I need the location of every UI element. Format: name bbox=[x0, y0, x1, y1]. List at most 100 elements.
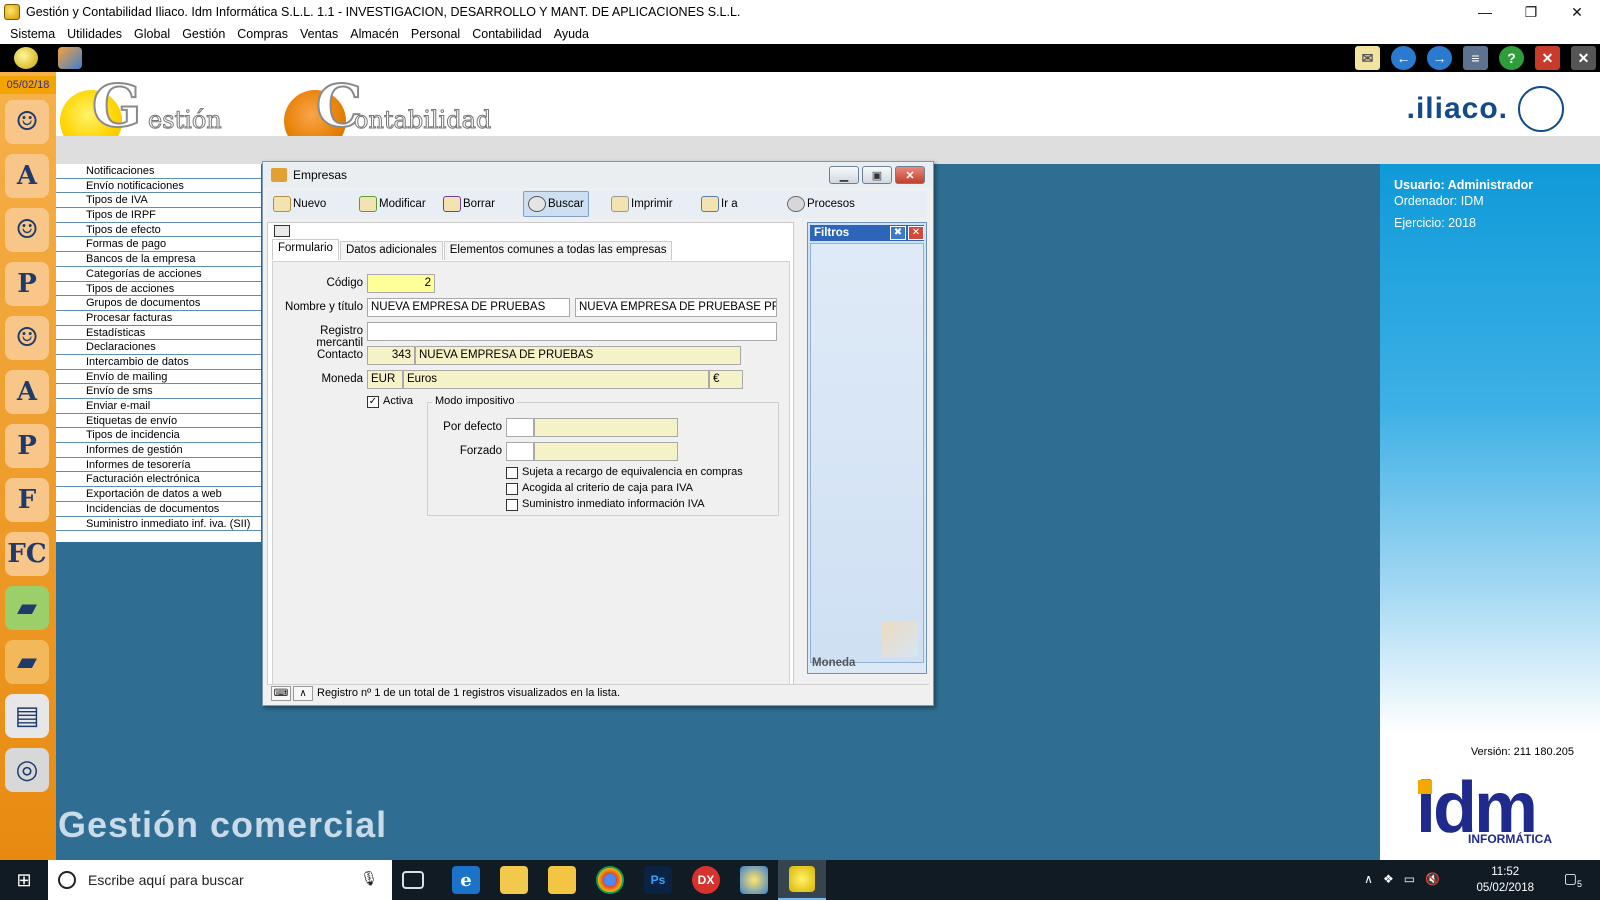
agent-icon[interactable]: A bbox=[5, 370, 49, 414]
criterio-caja-checkbox[interactable] bbox=[506, 483, 518, 495]
shopping-bag-orange-icon[interactable]: ▰ bbox=[5, 640, 49, 684]
chevron-up-icon[interactable]: ∧ bbox=[293, 686, 313, 701]
submenu-item[interactable]: Grupos de documentos bbox=[56, 296, 261, 311]
windows-start-icon[interactable]: ⊞ bbox=[0, 860, 48, 900]
contacts-icon[interactable]: ☺ bbox=[5, 316, 49, 360]
submenu-item[interactable]: Tipos de efecto bbox=[56, 223, 261, 238]
submenu-item[interactable]: Formas de pago bbox=[56, 237, 261, 253]
users-group-icon[interactable]: ☺ bbox=[5, 100, 49, 144]
edge-browser-icon[interactable]: e bbox=[452, 866, 480, 894]
buscar-button[interactable]: Buscar bbox=[523, 191, 589, 217]
menu-gestion[interactable]: Gestión bbox=[176, 27, 231, 41]
registro-mercantil-field[interactable] bbox=[367, 322, 777, 341]
home-icon[interactable] bbox=[14, 47, 38, 69]
chrome-browser-icon[interactable] bbox=[596, 866, 624, 894]
form-view-icon[interactable] bbox=[274, 225, 290, 237]
moneda-code-field[interactable]: EUR bbox=[367, 370, 403, 389]
submenu-item[interactable]: Tipos de incidencia bbox=[56, 428, 261, 444]
submenu-item[interactable]: Envío de mailing bbox=[56, 370, 261, 385]
tab-elementos-comunes[interactable]: Elementos comunes a todas las empresas bbox=[443, 241, 673, 260]
submenu-item[interactable]: Incidencias de documentos bbox=[56, 502, 261, 517]
articles-icon[interactable]: A bbox=[5, 154, 49, 198]
submenu-item[interactable]: Suministro inmediato inf. iva. (SII) bbox=[56, 517, 261, 532]
submenu-item[interactable]: Facturación electrónica bbox=[56, 472, 261, 488]
submenu-item[interactable]: Envío de sms bbox=[56, 384, 261, 399]
submenu-item[interactable]: Exportación de datos a web bbox=[56, 487, 261, 502]
menu-compras[interactable]: Compras bbox=[231, 27, 294, 41]
photoshop-icon[interactable]: Ps bbox=[644, 866, 672, 894]
imprimir-button[interactable]: Imprimir bbox=[611, 191, 673, 217]
submenu-item[interactable]: Bancos de la empresa bbox=[56, 252, 261, 267]
settings-disc-icon[interactable]: ◎ bbox=[5, 748, 49, 792]
titulo-field[interactable]: NUEVA EMPRESA DE PRUEBASE PRI bbox=[575, 298, 777, 317]
menu-almacen[interactable]: Almacén bbox=[344, 27, 405, 41]
invoice-icon[interactable]: F bbox=[5, 478, 49, 522]
iliaco-app-icon[interactable] bbox=[740, 866, 768, 894]
borrar-button[interactable]: Borrar bbox=[443, 191, 495, 217]
provider-icon[interactable]: P bbox=[5, 262, 49, 306]
tray-expand-icon[interactable]: ∧ bbox=[1364, 872, 1373, 886]
menu-utilidades[interactable]: Utilidades bbox=[61, 27, 128, 41]
submenu-item[interactable]: Informes de tesorería bbox=[56, 458, 261, 473]
submenu-item[interactable]: Tipos de acciones bbox=[56, 282, 261, 297]
taskbar-clock[interactable]: 11:52 05/02/2018 bbox=[1476, 860, 1534, 896]
menu-global[interactable]: Global bbox=[128, 27, 176, 41]
recargo-equivalencia-checkbox[interactable] bbox=[506, 467, 518, 479]
filtros-close-icon[interactable]: ✕ bbox=[908, 226, 924, 240]
microphone-icon[interactable]: 🎙 bbox=[360, 870, 378, 887]
tab-datos-adicionales[interactable]: Datos adicionales bbox=[339, 241, 443, 260]
credit-invoice-icon[interactable]: FC bbox=[5, 532, 49, 576]
menu-sistema[interactable]: Sistema bbox=[4, 27, 61, 41]
help-icon[interactable]: ? bbox=[1499, 46, 1524, 70]
network-icon[interactable]: ▭ bbox=[1404, 872, 1415, 886]
dialog-minimize-icon[interactable]: ▁ bbox=[829, 166, 859, 184]
restore-icon[interactable]: ❐ bbox=[1508, 0, 1554, 24]
submenu-item[interactable]: Procesar facturas bbox=[56, 311, 261, 326]
menu-personal[interactable]: Personal bbox=[405, 27, 466, 41]
dialog-close-icon[interactable]: ✕ bbox=[895, 166, 925, 184]
codigo-field[interactable]: 2 bbox=[367, 274, 435, 293]
back-arrow-icon[interactable]: ← bbox=[1391, 46, 1416, 70]
dx-app-icon[interactable]: DX bbox=[692, 866, 720, 894]
menu-contabilidad[interactable]: Contabilidad bbox=[466, 27, 548, 41]
nombre-field[interactable]: NUEVA EMPRESA DE PRUEBAS bbox=[367, 298, 570, 317]
submenu-item[interactable]: Enviar e-mail bbox=[56, 399, 261, 414]
submenu-item[interactable]: Etiquetas de envío bbox=[56, 414, 261, 429]
dialog-maximize-icon[interactable]: ▣ bbox=[862, 166, 892, 184]
windows-list-icon[interactable]: ≡ bbox=[1463, 46, 1488, 70]
submenu-item[interactable]: Tipos de IVA bbox=[56, 193, 261, 209]
tab-formulario[interactable]: Formulario bbox=[272, 239, 339, 260]
contacto-code-field[interactable]: 343 bbox=[367, 346, 415, 365]
modules-icon[interactable] bbox=[58, 47, 82, 69]
procesos-button[interactable]: Procesos bbox=[787, 191, 855, 217]
close-window-icon[interactable]: ✕ bbox=[1535, 46, 1560, 70]
nuevo-button[interactable]: Nuevo bbox=[273, 191, 326, 217]
forward-arrow-icon[interactable]: → bbox=[1427, 46, 1452, 70]
submenu-item[interactable]: Tipos de IRPF bbox=[56, 208, 261, 223]
dropbox-icon[interactable]: ❖ bbox=[1383, 872, 1394, 886]
minimize-icon[interactable]: — bbox=[1462, 0, 1508, 24]
keyboard-icon[interactable]: ⌨ bbox=[271, 686, 291, 701]
close-icon[interactable]: ✕ bbox=[1554, 0, 1600, 24]
submenu-item[interactable]: Categorías de acciones bbox=[56, 267, 261, 282]
mail-app-icon[interactable] bbox=[500, 866, 528, 894]
submenu-item[interactable]: Informes de gestión bbox=[56, 443, 261, 458]
submenu-item[interactable]: Declaraciones bbox=[56, 340, 261, 355]
volume-muted-icon[interactable]: 🔇 bbox=[1425, 872, 1440, 886]
forzado-code-field[interactable] bbox=[506, 442, 534, 461]
taskbar-search[interactable]: Escribe aquí para buscar 🎙 bbox=[48, 860, 392, 900]
submenu-item[interactable]: Envío notificaciones bbox=[56, 179, 261, 194]
menu-ventas[interactable]: Ventas bbox=[294, 27, 344, 41]
ledger-icon[interactable]: ▤ bbox=[5, 694, 49, 738]
purchase-icon[interactable]: P bbox=[5, 424, 49, 468]
por-defecto-code-field[interactable] bbox=[506, 418, 534, 437]
activa-checkbox[interactable]: ✓ bbox=[367, 396, 379, 408]
submenu-item[interactable]: Intercambio de datos bbox=[56, 355, 261, 370]
client-icon[interactable]: ☺ bbox=[5, 208, 49, 252]
ir-a-button[interactable]: Ir a bbox=[701, 191, 738, 217]
submenu-item[interactable]: Estadísticas bbox=[56, 326, 261, 341]
modificar-button[interactable]: Modificar bbox=[359, 191, 426, 217]
task-view-icon[interactable] bbox=[402, 871, 424, 889]
filtros-pin-icon[interactable]: ✖ bbox=[890, 226, 906, 240]
dialog-titlebar[interactable]: Empresas ▁ ▣ ✕ bbox=[263, 162, 933, 188]
